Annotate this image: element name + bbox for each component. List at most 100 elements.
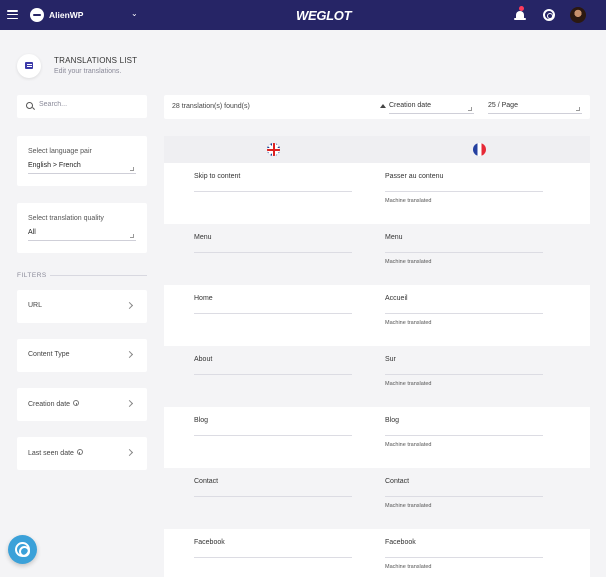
target-text-field[interactable]: Facebook — [385, 539, 416, 546]
project-logo[interactable] — [30, 8, 44, 22]
select-underline — [28, 240, 136, 241]
translation-row: Blog Blog Machine translated — [164, 407, 590, 468]
chevron-right-icon — [125, 399, 134, 408]
filters-heading: FILTERS — [17, 272, 47, 279]
language-pair-select[interactable]: Select language pair English > French — [17, 136, 147, 186]
filter-content-type[interactable]: Content Type — [17, 339, 147, 372]
filter-creation-date[interactable]: Creation date — [17, 388, 147, 421]
select-underline — [389, 113, 474, 114]
translation-row: Facebook Facebook Machine translated — [164, 529, 590, 577]
sort-label: Creation date — [389, 102, 432, 109]
support-chat-button[interactable] — [8, 535, 37, 564]
source-text: About — [194, 356, 213, 363]
translation-row: Menu Menu Machine translated — [164, 224, 590, 285]
france-flag-icon — [473, 143, 486, 156]
translation-row: Contact Contact Machine translated — [164, 468, 590, 529]
translation-row: About Sur Machine translated — [164, 346, 590, 407]
help-lifebuoy-icon[interactable] — [543, 9, 555, 21]
source-underline — [194, 496, 352, 497]
target-text-field[interactable]: Passer au contenu — [385, 173, 443, 180]
select-underline — [28, 173, 136, 174]
translation-row: Home Accueil Machine translated — [164, 285, 590, 346]
filter-label: Last seen date — [28, 450, 74, 457]
resize-grip-icon — [130, 167, 134, 171]
top-navbar: AlienWP ⌄ WEGLOT — [0, 0, 606, 30]
source-underline — [194, 374, 352, 375]
info-icon[interactable] — [73, 400, 80, 406]
select-underline — [488, 113, 582, 114]
source-underline — [194, 252, 352, 253]
results-toolbar: 28 translation(s) found(s) Creation date… — [164, 95, 590, 119]
target-underline — [385, 435, 543, 436]
target-text-field[interactable]: Sur — [385, 356, 396, 363]
weglot-logo[interactable]: WEGLOT — [296, 8, 352, 23]
source-text: Facebook — [194, 539, 225, 546]
chevron-right-icon — [125, 350, 134, 359]
filter-label-wrap: Creation date — [28, 400, 80, 408]
project-name[interactable]: AlienWP — [49, 10, 83, 20]
translation-status: Machine translated — [385, 320, 432, 326]
notification-dot — [519, 6, 524, 11]
source-text: Blog — [194, 417, 209, 424]
source-text: Menu — [194, 234, 212, 241]
language-pair-label: Select language pair — [28, 148, 92, 155]
per-page-select[interactable]: 25 / Page — [486, 95, 582, 119]
source-underline — [194, 191, 352, 192]
resize-grip-icon — [130, 234, 134, 238]
source-underline — [194, 313, 352, 314]
translation-status: Machine translated — [385, 503, 432, 509]
resize-grip-icon — [576, 107, 580, 111]
lifebuoy-icon — [15, 542, 30, 557]
chevron-down-icon[interactable]: ⌄ — [131, 9, 138, 18]
sort-select[interactable]: Creation date — [377, 95, 474, 119]
source-text: Contact — [194, 478, 219, 485]
results-count: 28 translation(s) found(s) — [172, 103, 250, 110]
translation-status: Machine translated — [385, 564, 432, 570]
target-underline — [385, 496, 543, 497]
notification-bell-icon[interactable] — [514, 6, 526, 22]
search-input[interactable] — [39, 101, 139, 108]
source-underline — [194, 435, 352, 436]
translation-status: Machine translated — [385, 198, 432, 204]
language-pair-value[interactable]: English > French — [28, 162, 81, 169]
target-underline — [385, 191, 543, 192]
sort-ascending-icon[interactable] — [380, 104, 386, 108]
source-text: Skip to content — [194, 173, 241, 180]
table-header — [164, 136, 590, 163]
translation-status: Machine translated — [385, 259, 432, 265]
per-page-label: 25 / Page — [488, 102, 518, 109]
page-subtitle: Edit your translations. — [54, 68, 122, 75]
translation-row: Skip to content Passer au contenu Machin… — [164, 163, 590, 224]
filter-label-wrap: Last seen date — [28, 449, 83, 457]
uk-flag-icon — [267, 143, 280, 156]
hamburger-menu-icon[interactable] — [7, 10, 18, 20]
translation-quality-select[interactable]: Select translation quality All — [17, 203, 147, 253]
page-title: TRANSLATIONS LIST — [54, 56, 138, 65]
target-underline — [385, 252, 543, 253]
filter-label: Content Type — [28, 351, 70, 358]
quality-value[interactable]: All — [28, 229, 36, 236]
filters-divider — [50, 275, 147, 276]
chevron-right-icon — [125, 301, 134, 310]
target-underline — [385, 557, 543, 558]
source-text: Home — [194, 295, 213, 302]
quality-label: Select translation quality — [28, 215, 104, 222]
filter-url[interactable]: URL — [17, 290, 147, 323]
filter-label: Creation date — [28, 401, 71, 408]
translation-status: Machine translated — [385, 381, 432, 387]
target-text-field[interactable]: Blog — [385, 417, 399, 424]
chat-list-icon — [17, 54, 41, 78]
search-box — [17, 95, 147, 118]
filter-label: URL — [28, 302, 43, 309]
source-underline — [194, 557, 352, 558]
filter-last-seen-date[interactable]: Last seen date — [17, 437, 147, 470]
info-icon[interactable] — [76, 449, 83, 455]
target-underline — [385, 313, 543, 314]
resize-grip-icon — [468, 107, 472, 111]
target-text-field[interactable]: Menu — [385, 234, 403, 241]
user-avatar[interactable] — [570, 7, 586, 23]
target-text-field[interactable]: Contact — [385, 478, 409, 485]
search-icon — [26, 102, 33, 109]
target-text-field[interactable]: Accueil — [385, 295, 408, 302]
target-underline — [385, 374, 543, 375]
